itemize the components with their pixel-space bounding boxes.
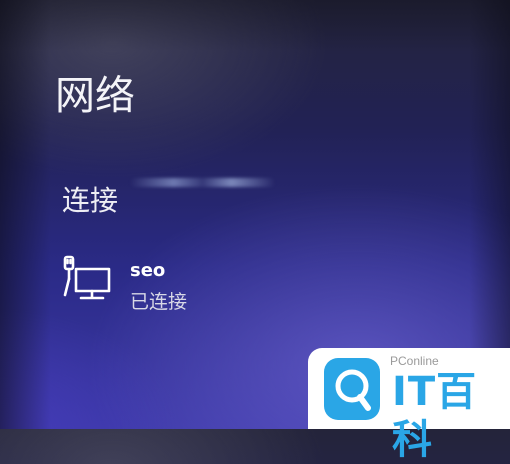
panel-title: 网络 xyxy=(55,73,135,119)
watermark-brand: IT百科 xyxy=(392,369,478,463)
network-status: 已连接 xyxy=(130,291,188,313)
network-name: seo xyxy=(130,260,166,281)
wired-network-icon xyxy=(63,255,111,300)
screen-glare xyxy=(130,178,275,187)
pconline-watermark: PConline IT百科 xyxy=(308,348,510,463)
watermark-tagline: PConline xyxy=(390,354,439,368)
network-item-seo[interactable]: seo 已连接 xyxy=(60,255,280,319)
magnifier-logo-icon xyxy=(324,358,380,420)
connections-heading: 连接 xyxy=(62,184,119,217)
